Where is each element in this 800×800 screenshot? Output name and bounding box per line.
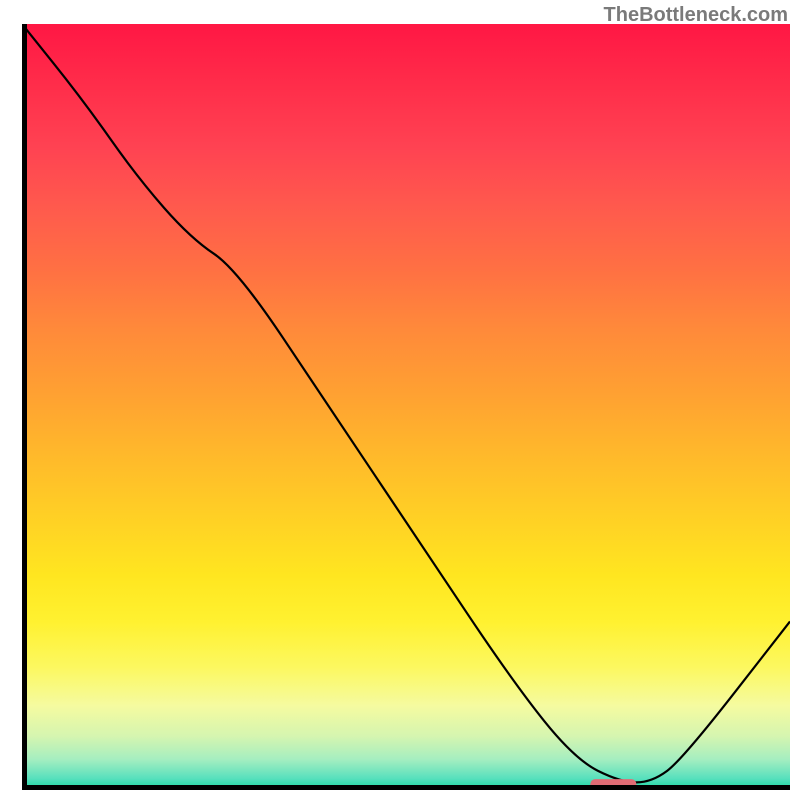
plot-area — [22, 24, 790, 790]
y-axis — [22, 24, 27, 790]
attribution-text: TheBottleneck.com — [604, 4, 788, 27]
chart-svg — [22, 24, 790, 790]
x-axis — [22, 785, 790, 790]
bottleneck-curve — [22, 24, 790, 782]
chart-frame — [22, 24, 790, 790]
